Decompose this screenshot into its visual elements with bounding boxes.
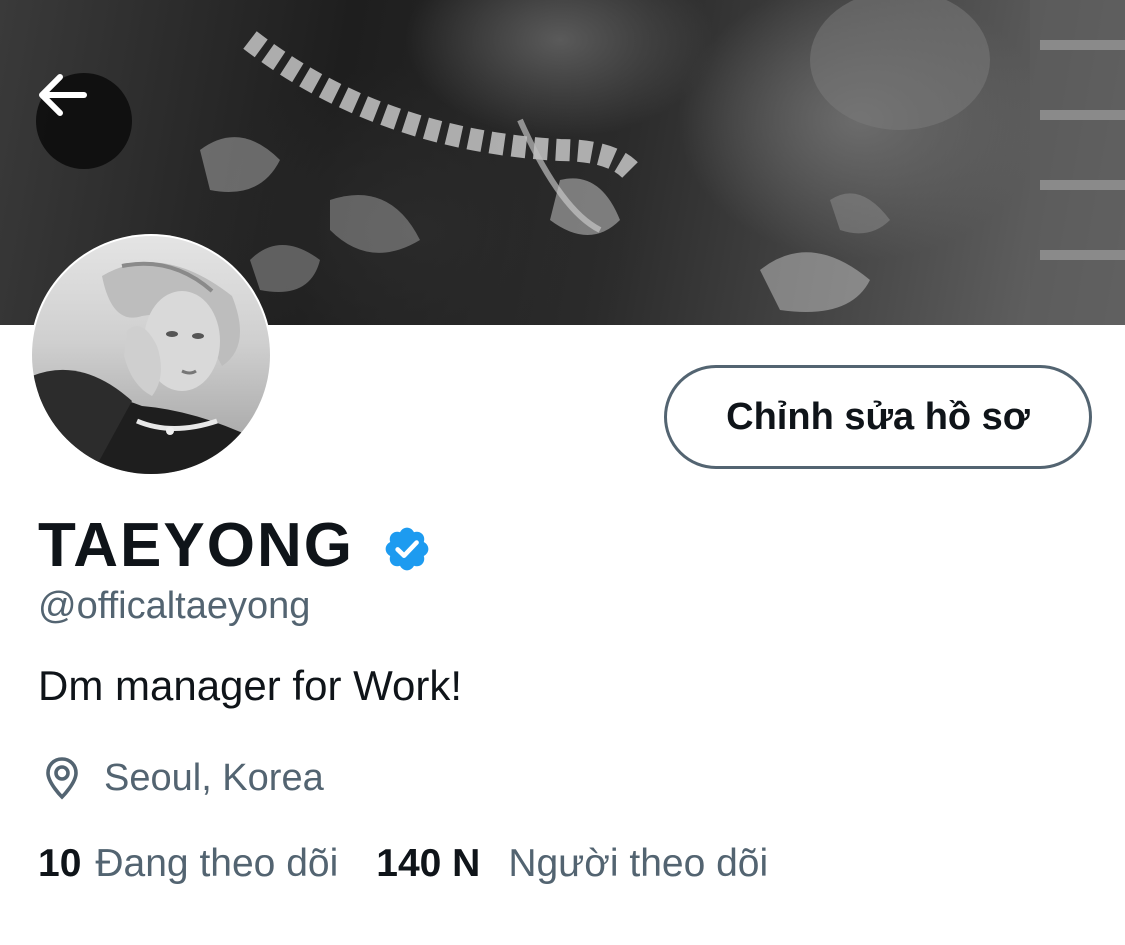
avatar-photo [32,261,270,474]
followers-count: 140 N [376,842,481,885]
following-count: 10 [38,842,82,885]
followers-label: Người theo dõi [508,842,769,885]
back-button[interactable] [36,73,132,169]
profile-handle: @officaltaeyong [38,585,311,627]
verified-badge-icon[interactable] [382,524,432,574]
location-pin-icon [46,757,78,800]
followers-link[interactable]: 140 N Người theo dõi [376,842,768,886]
edit-profile-button[interactable]: Chỉnh sửa hồ sơ [664,365,1092,469]
location-text: Seoul, Korea [104,756,324,799]
following-link[interactable]: 10 Đang theo dõi [38,842,338,886]
arrow-left-icon [39,74,87,116]
profile-avatar[interactable] [30,234,272,476]
edit-profile-label: Chỉnh sửa hồ sơ [726,395,1030,438]
profile-bio: Dm manager for Work! [38,662,462,709]
follow-stats: 10 Đang theo dõi 140 N Người theo dõi [38,842,768,886]
display-name: TAEYONG [38,511,354,580]
following-label: Đang theo dõi [95,842,339,885]
profile-name-row: TAEYONG [38,510,432,581]
profile-location: Seoul, Korea [38,754,324,802]
